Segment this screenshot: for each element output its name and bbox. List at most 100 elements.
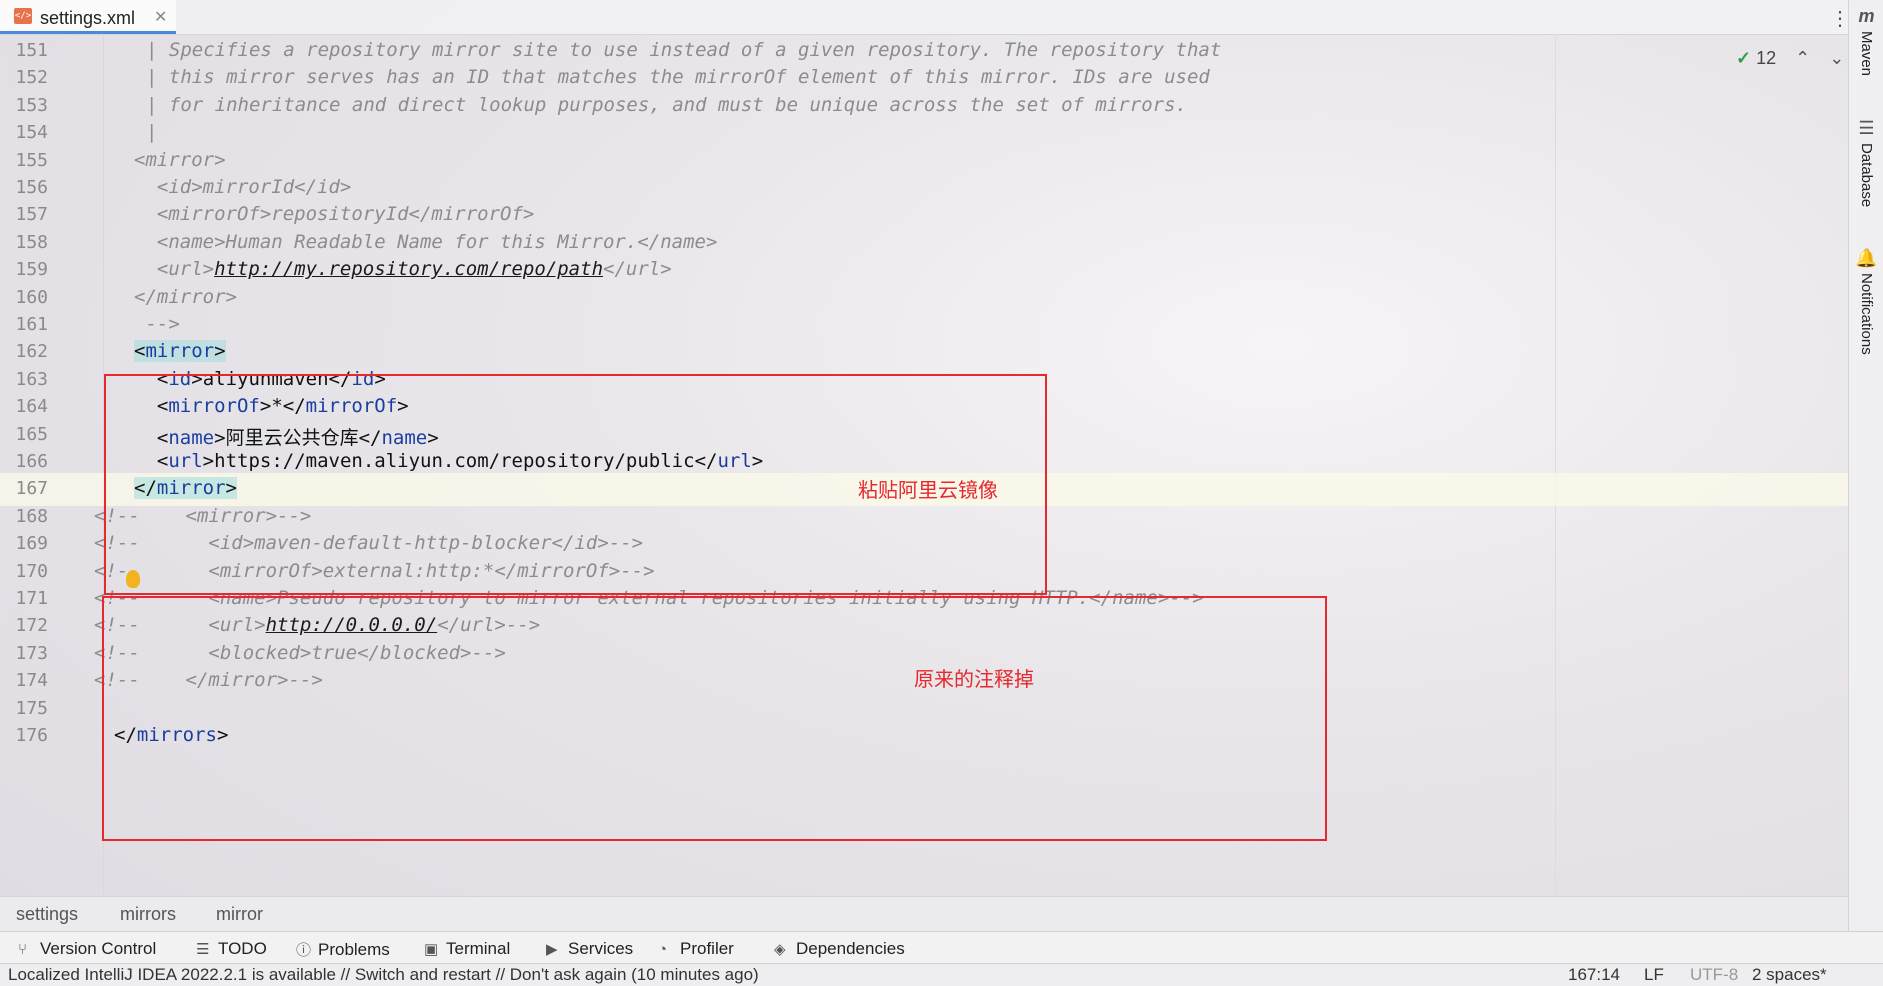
tool-problems[interactable]: ⓘ Problems [296, 939, 390, 960]
checkmark-icon: ✓ [1736, 48, 1752, 68]
profiler-icon: ◔ [658, 941, 668, 958]
right-tool-strip: m Maven ☰ Database 🔔 Notifications [1848, 0, 1883, 940]
comment-text: | Specifies a repository mirror site to … [146, 39, 1222, 61]
comment-text: <url> [134, 258, 215, 281]
line-content: <url>http://my.repository.com/repo/path<… [134, 258, 672, 280]
line-number: 171 [15, 588, 48, 609]
caret-position[interactable]: 167:14 [1568, 965, 1620, 985]
database-icon: ☰ [1858, 118, 1875, 138]
line-number: 163 [15, 368, 48, 390]
line-content: | Specifies a repository mirror site to … [146, 39, 1221, 61]
line-number: 175 [15, 697, 48, 719]
indent-setting[interactable]: 2 spaces* [1752, 965, 1827, 985]
line-content: <id>mirrorId</id> [134, 176, 351, 198]
notifications-tool-button[interactable]: 🔔 Notifications [1849, 248, 1883, 355]
database-label: Database [1858, 143, 1875, 208]
close-icon[interactable]: ✕ [154, 7, 167, 27]
comment-text: <mirror> [134, 148, 226, 171]
line-content: <mirrorOf>repositoryId</mirrorOf> [134, 203, 535, 226]
line-number: 173 [15, 642, 48, 664]
problems-icon: ⓘ [296, 942, 312, 959]
status-message[interactable]: Localized IntelliJ IDEA 2022.2.1 is avai… [8, 965, 759, 985]
line-number: 165 [15, 423, 48, 445]
line-content: --> [134, 313, 180, 335]
line-number: 157 [15, 204, 48, 226]
tag-bracket: > [214, 340, 226, 363]
inspection-widget[interactable]: ✓ 12 ⌃ ⌄ [1736, 48, 1844, 69]
line-number: 166 [15, 451, 48, 472]
xml-file-icon: </> [14, 8, 32, 24]
line-number: 155 [15, 149, 48, 171]
maven-label: Maven [1858, 31, 1875, 77]
breadcrumb-item-mirror[interactable]: mirror [216, 904, 263, 925]
line-number: 170 [15, 560, 48, 582]
line-number: 158 [15, 231, 48, 253]
line-content: | for inheritance and direct lookup purp… [146, 94, 1187, 116]
comment-text: <name>Human Readable Name for this Mirro… [134, 230, 718, 253]
tool-label: Profiler [680, 939, 734, 958]
dependencies-icon: ◈ [774, 941, 786, 958]
tag-bracket: < [134, 340, 146, 363]
tool-label: Problems [318, 940, 390, 959]
comment-text: | this mirror serves has an ID that matc… [146, 66, 1210, 89]
line-content: </mirror> [134, 286, 237, 308]
tool-label: Terminal [446, 939, 511, 958]
line-number: 167 [15, 478, 48, 500]
more-options-icon[interactable]: ⋮ [1830, 6, 1850, 31]
comment-text: --> [134, 313, 180, 335]
tool-label: Dependencies [796, 939, 905, 958]
comment-text: | for inheritance and direct lookup purp… [146, 93, 1187, 116]
comment-url: http://my.repository.com/repo/path [214, 258, 604, 281]
line-number: 156 [15, 177, 48, 198]
tool-todo[interactable]: ☰ TODO [196, 939, 267, 959]
line-number: 176 [15, 725, 48, 746]
tool-profiler[interactable]: ◔ Profiler [658, 939, 734, 959]
status-bar: Localized IntelliJ IDEA 2022.2.1 is avai… [0, 963, 1883, 986]
line-number: 169 [15, 533, 48, 555]
breadcrumb-item-settings[interactable]: settings [16, 904, 78, 925]
tool-dependencies[interactable]: ◈ Dependencies [774, 939, 905, 959]
comment-text: <mirrorOf>repositoryId</mirrorOf> [134, 203, 535, 226]
notifications-label: Notifications [1858, 273, 1875, 355]
comment-text: </url> [603, 258, 672, 281]
tool-label: Version Control [40, 939, 157, 958]
line-number: 154 [15, 122, 48, 144]
bell-icon: 🔔 [1855, 248, 1878, 268]
line-content: <mirror> [134, 340, 226, 363]
todo-icon: ☰ [196, 941, 210, 958]
line-number: 164 [15, 396, 48, 418]
chevron-down-icon[interactable]: ⌄ [1829, 48, 1844, 68]
line-separator[interactable]: LF [1644, 965, 1664, 985]
line-number: 168 [15, 505, 48, 527]
chevron-up-icon[interactable]: ⌃ [1795, 48, 1810, 68]
maven-icon: m [1858, 6, 1875, 26]
tag-name: mirror [145, 340, 215, 363]
tool-window-bar: ⑂ Version Control ☰ TODO ⓘ Problems ▣ Termin… [0, 931, 1883, 964]
line-number: 152 [15, 67, 48, 89]
editor-tab-bar: </> settings.xml ✕ ⋮ [0, 0, 1850, 35]
paste-annotation-label: 粘贴阿里云镜像 [858, 480, 998, 502]
line-number: 162 [15, 341, 48, 363]
file-encoding[interactable]: UTF-8 [1690, 965, 1738, 985]
tab-settings-xml[interactable]: </> settings.xml ✕ [0, 0, 176, 34]
commented-annotation-label: 原来的注释掉 [914, 669, 1034, 691]
maven-tool-button[interactable]: m Maven [1849, 6, 1883, 76]
database-tool-button[interactable]: ☰ Database [1849, 118, 1883, 207]
breadcrumb: settings mirrors mirror [0, 896, 1848, 931]
tool-label: Services [568, 939, 634, 958]
line-content: | this mirror serves has an ID that matc… [146, 66, 1210, 88]
tool-services[interactable]: ▶ Services [546, 939, 633, 959]
tool-label: TODO [218, 939, 267, 958]
tab-label: settings.xml [40, 8, 136, 28]
line-content: <mirror> [134, 149, 226, 171]
line-number: 160 [15, 286, 48, 308]
tool-version-control[interactable]: ⑂ Version Control [18, 939, 156, 959]
commented-annotation-box [102, 596, 1327, 841]
line-content: | [146, 121, 157, 143]
breadcrumb-item-mirrors[interactable]: mirrors [120, 904, 176, 925]
line-number: 174 [15, 670, 48, 692]
line-number: 159 [15, 259, 48, 281]
tool-terminal[interactable]: ▣ Terminal [424, 939, 510, 959]
comment-text: <id>mirrorId</id> [134, 176, 352, 198]
version-control-icon: ⑂ [18, 941, 28, 958]
